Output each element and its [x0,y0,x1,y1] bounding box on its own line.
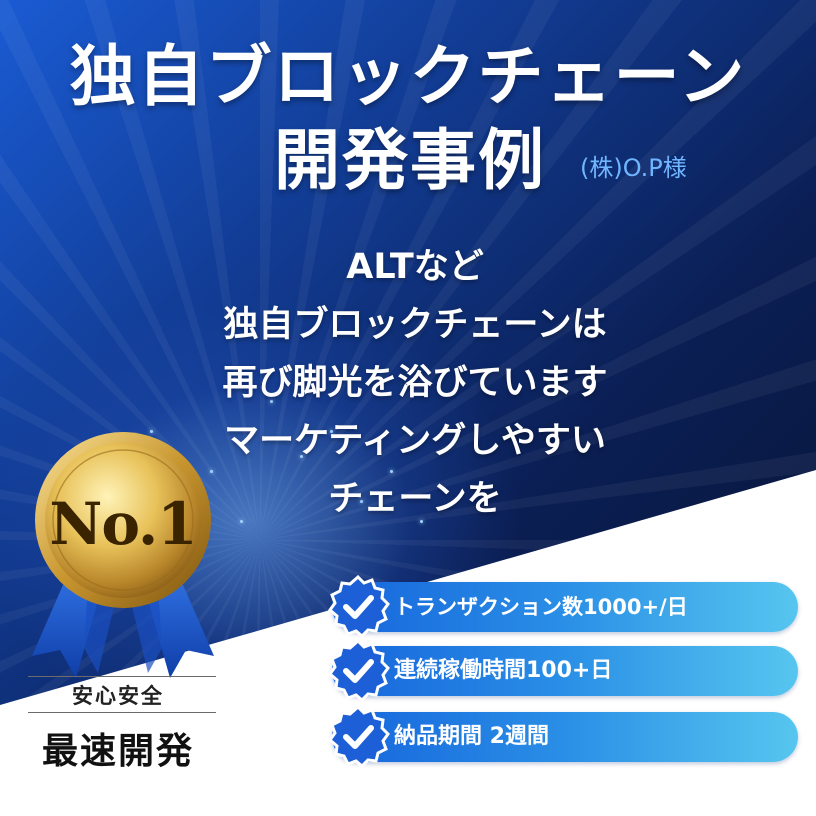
message-line: 再び脚光を浴びています [222,363,608,403]
feature-label: トランザクション数1000+/日 [394,595,688,619]
award-title: 最速開発 [41,731,194,772]
feature-pill-uptime: 連続稼働時間100+日 [327,639,798,703]
check-badge-icon [327,705,390,769]
feature-label: 連続稼働時間100+日 [394,658,613,683]
check-badge-icon [327,575,390,639]
divider [28,676,216,677]
feature-pill-delivery: 納品期間 2週間 [327,705,798,769]
ad-banner: 独自ブロックチェーン 開発事例 (株)O.P様 ALTなど 独自ブロックチェーン… [0,0,816,816]
divider [28,712,216,713]
no1-medal: No.1 [28,428,218,693]
message-line: 独自ブロックチェーンは [223,305,607,345]
medal-label: No.1 [49,490,197,558]
message-line: チェーンを [328,479,502,519]
check-badge-icon [327,639,390,703]
message-line: マーケティングしやすい [224,421,606,461]
award-subtitle: 安心安全 [72,684,164,708]
message-block: ALTなど 独自ブロックチェーンは 再び脚光を浴びています マーケティングしやす… [160,238,670,528]
headline-line-1: 独自ブロックチェーン [69,38,747,115]
headline-line-2: 開発事例 [274,122,546,199]
feature-pill-transactions: トランザクション数1000+/日 [327,575,798,639]
feature-label: 納品期間 2週間 [394,724,549,749]
medal-icon [32,432,214,678]
client-name: (株)O.P様 [580,154,687,182]
message-line: ALTなど [346,247,484,287]
